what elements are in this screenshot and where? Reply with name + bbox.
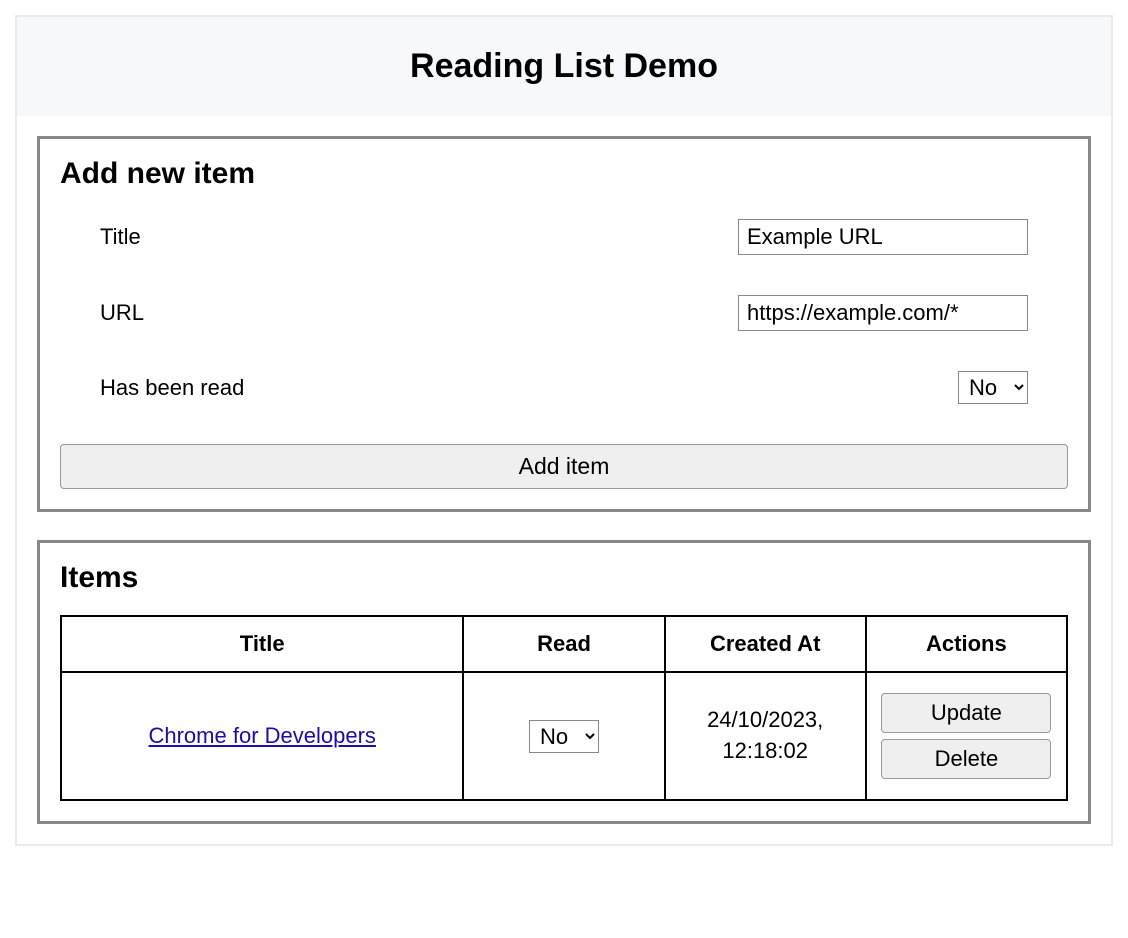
read-label: Has been read (100, 375, 244, 401)
column-read: Read (463, 616, 664, 672)
items-table: Title Read Created At Actions Chrome for… (60, 615, 1068, 801)
form-row-url: URL (60, 295, 1068, 331)
page-title: Reading List Demo (37, 47, 1091, 86)
url-label: URL (100, 300, 144, 326)
app-container: Reading List Demo Add new item Title URL… (15, 15, 1113, 846)
table-row: Chrome for Developers No Yes 24/10/2023,… (61, 672, 1067, 800)
cell-read: No Yes (463, 672, 664, 800)
form-row-read: Has been read No Yes (60, 371, 1068, 404)
read-select[interactable]: No Yes (958, 371, 1028, 404)
row-read-select[interactable]: No Yes (529, 720, 599, 753)
column-created-at: Created At (665, 616, 866, 672)
column-actions: Actions (866, 616, 1067, 672)
delete-button[interactable]: Delete (881, 739, 1051, 779)
add-item-panel: Add new item Title URL Has been read No … (37, 136, 1091, 512)
form-row-title: Title (60, 219, 1068, 255)
add-item-heading: Add new item (60, 157, 1068, 191)
items-panel: Items Title Read Created At Actions Chro… (37, 540, 1091, 824)
items-heading: Items (60, 561, 1068, 595)
content-area: Add new item Title URL Has been read No … (17, 116, 1111, 844)
column-title: Title (61, 616, 463, 672)
cell-created-at: 24/10/2023, 12:18:02 (665, 672, 866, 800)
title-input[interactable] (738, 219, 1028, 255)
item-title-link[interactable]: Chrome for Developers (148, 723, 375, 748)
header: Reading List Demo (17, 17, 1111, 116)
update-button[interactable]: Update (881, 693, 1051, 733)
table-header-row: Title Read Created At Actions (61, 616, 1067, 672)
url-input[interactable] (738, 295, 1028, 331)
created-at-value: 24/10/2023, 12:18:02 (674, 705, 857, 767)
cell-title: Chrome for Developers (61, 672, 463, 800)
cell-actions: Update Delete (866, 672, 1067, 800)
add-item-button[interactable]: Add item (60, 444, 1068, 489)
title-label: Title (100, 224, 141, 250)
